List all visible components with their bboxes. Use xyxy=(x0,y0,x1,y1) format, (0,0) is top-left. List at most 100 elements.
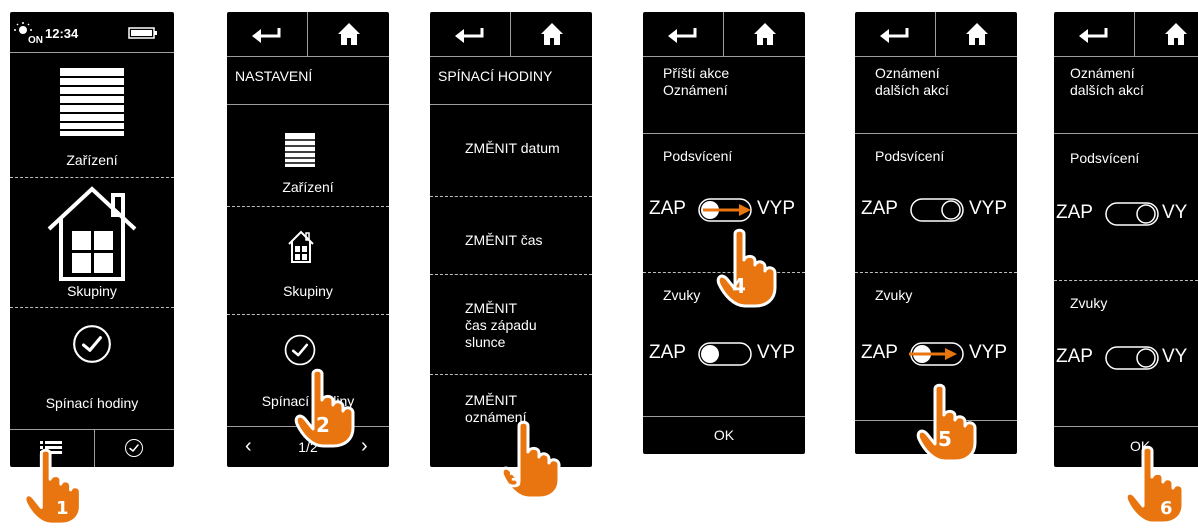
hand-pointer-icon xyxy=(496,420,568,500)
home-icon xyxy=(753,22,777,46)
step-6-number: 6 xyxy=(1160,498,1173,519)
notice-heading: Oznámení dalších akcí xyxy=(1070,65,1144,98)
step-2-number: 2 xyxy=(316,413,330,437)
home-button[interactable] xyxy=(308,12,389,56)
timer-shortcut-button[interactable] xyxy=(95,429,174,467)
timer-item-time[interactable]: ZMĚNIT čas xyxy=(430,196,592,274)
hand-pointer-icon xyxy=(1120,445,1192,525)
menu-item-timers[interactable]: Spínací hodiny xyxy=(10,307,174,429)
sounds-label: Zvuky xyxy=(875,287,913,303)
sounds-switch[interactable] xyxy=(1105,346,1159,370)
backlight-label: Podsvícení xyxy=(1070,150,1140,166)
backlight-off-label: VYP xyxy=(757,198,796,219)
house-icon xyxy=(288,230,314,263)
step-4-number: 4 xyxy=(732,274,746,298)
blinds-icon xyxy=(285,133,315,167)
backlight-label: Podsvícení xyxy=(663,148,733,164)
timer-item-sunset-label: ZMĚNIT čas západu slunce xyxy=(465,300,537,350)
step-2-hand-pointer: 2 xyxy=(290,368,362,448)
home-icon xyxy=(1164,22,1188,46)
back-arrow-icon xyxy=(665,25,701,45)
home-button[interactable] xyxy=(936,12,1017,56)
home-button[interactable] xyxy=(511,12,592,56)
backlight-toggle[interactable]: ZAP VYP xyxy=(859,194,1017,224)
sounds-label: Zvuky xyxy=(663,287,701,303)
back-button[interactable] xyxy=(430,12,510,56)
sounds-off-label: VY xyxy=(1162,346,1188,367)
sounds-toggle[interactable]: ZAP VYP xyxy=(859,338,1017,368)
sounds-switch[interactable] xyxy=(698,342,752,366)
screen-timers: SPÍNACÍ HODINY ZMĚNIT datum ZMĚNIT čas Z… xyxy=(430,12,592,467)
step-3-hand-pointer: 3 xyxy=(496,420,568,500)
backlight-toggle[interactable]: ZAP VY xyxy=(1054,198,1198,228)
hand-pointer-icon xyxy=(912,383,984,463)
battery-icon xyxy=(128,27,157,39)
next-page-button[interactable]: › xyxy=(361,436,368,456)
sounds-off-label: VYP xyxy=(757,342,796,363)
backlight-off-label: VY xyxy=(1162,202,1188,223)
backlight-on-label: ZAP xyxy=(1056,202,1093,223)
sounds-label: Zvuky xyxy=(1070,295,1108,311)
back-button[interactable] xyxy=(643,12,723,56)
back-button[interactable] xyxy=(855,12,935,56)
slide-right-arrow-icon xyxy=(703,204,751,216)
timer-item-date[interactable]: ZMĚNIT datum xyxy=(430,104,592,196)
back-button[interactable] xyxy=(1054,12,1134,56)
step-4-hand-pointer: 4 xyxy=(712,228,784,308)
sun-on-icon: ON xyxy=(14,22,43,44)
backlight-on-label: ZAP xyxy=(649,198,686,219)
backlight-switch[interactable] xyxy=(910,198,964,222)
step-5-number: 5 xyxy=(938,427,952,451)
screen-main-menu: ON 12:34 Zařízení Skupiny Spínací hodiny xyxy=(10,12,174,467)
sounds-off-label: VYP xyxy=(969,342,1008,363)
hand-pointer-icon xyxy=(18,448,90,526)
ok-button[interactable]: OK xyxy=(643,416,805,454)
notice-heading: Příští akce Oznámení xyxy=(663,65,730,98)
backlight-off-label: VYP xyxy=(969,198,1008,219)
ok-button-label: OK xyxy=(713,427,735,443)
backlight-switch[interactable] xyxy=(1105,202,1159,226)
back-arrow-icon xyxy=(877,25,913,45)
back-arrow-icon xyxy=(452,25,488,45)
menu-item-groups-label: Skupiny xyxy=(67,283,117,299)
menu-item-groups[interactable]: Skupiny xyxy=(10,177,174,307)
home-button[interactable] xyxy=(1135,12,1198,56)
timer-item-sunset[interactable]: ZMĚNIT čas západu slunce xyxy=(430,274,592,374)
home-button[interactable] xyxy=(724,12,805,56)
step-1-number: 1 xyxy=(56,498,69,519)
settings-item-devices[interactable]: Zařízení xyxy=(227,104,389,206)
slide-right-arrow-icon xyxy=(909,348,957,360)
house-icon xyxy=(47,186,137,281)
backlight-on-label: ZAP xyxy=(861,198,898,219)
check-circle-icon xyxy=(71,323,113,365)
status-time: 12:34 xyxy=(45,26,79,41)
page-title: SPÍNACÍ HODINY xyxy=(438,68,553,84)
sounds-on-label: ZAP xyxy=(861,342,898,363)
menu-item-devices-label: Zařízení xyxy=(66,152,118,168)
menu-item-devices[interactable]: Zařízení xyxy=(10,52,174,177)
backlight-toggle[interactable]: ZAP VYP xyxy=(647,194,805,224)
menu-item-timers-label: Spínací hodiny xyxy=(45,395,139,411)
home-icon xyxy=(540,22,564,46)
back-button[interactable] xyxy=(227,12,307,56)
sounds-toggle[interactable]: ZAP VYP xyxy=(647,338,805,368)
page-title: NASTAVENÍ xyxy=(235,68,313,84)
step-5-hand-pointer: 5 xyxy=(912,383,984,463)
step-1-hand-pointer: 1 xyxy=(18,448,90,526)
settings-item-devices-label: Zařízení xyxy=(282,179,334,195)
back-arrow-icon xyxy=(1076,25,1112,45)
settings-item-groups[interactable]: Skupiny xyxy=(227,206,389,314)
back-arrow-icon xyxy=(249,25,285,45)
hand-pointer-icon xyxy=(712,228,784,308)
timer-item-date-label: ZMĚNIT datum xyxy=(465,140,560,156)
check-circle-icon xyxy=(283,333,317,367)
sounds-toggle[interactable]: ZAP VY xyxy=(1054,342,1198,372)
sounds-on-label: ZAP xyxy=(1056,346,1093,367)
blinds-icon xyxy=(60,68,124,136)
status-bar: ON 12:34 xyxy=(10,12,174,52)
sounds-on-label: ZAP xyxy=(649,342,686,363)
step-6-hand-pointer: 6 xyxy=(1120,445,1192,525)
timer-item-time-label: ZMĚNIT čas xyxy=(465,232,543,248)
home-icon xyxy=(337,22,361,46)
backlight-label: Podsvícení xyxy=(875,148,945,164)
